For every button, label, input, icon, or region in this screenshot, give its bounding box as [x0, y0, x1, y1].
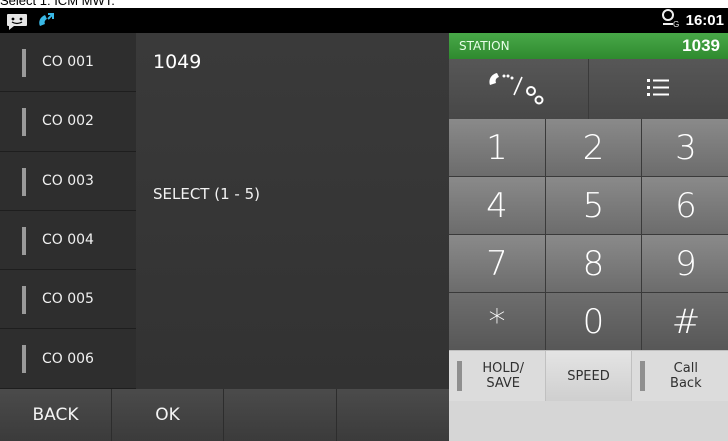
page-caption: Select 1: ICM MWT. [0, 0, 115, 8]
phone-call-icon [34, 11, 60, 31]
dialer-panel: STATION 1039 1 2 3 4 5 6 7 8 9 * 0 # HOL… [449, 33, 728, 441]
co-line-label: CO 006 [42, 350, 94, 367]
key-star[interactable]: * [449, 293, 545, 350]
co-line-item[interactable]: CO 005 [0, 270, 136, 330]
empty-softkey[interactable] [337, 389, 449, 441]
line-status-indicator [22, 286, 26, 315]
co-line-list: CO 001 CO 002 CO 003 CO 004 CO 005 CO 00… [0, 33, 136, 389]
call-back-lamp-indicator [639, 361, 645, 391]
key-0[interactable]: 0 [546, 293, 641, 350]
clock: 16:01 [685, 12, 724, 29]
ok-button[interactable]: OK [112, 389, 224, 441]
co-line-label: CO 002 [42, 113, 94, 130]
hold-lamp-indicator [457, 361, 462, 391]
message-notification-icon [4, 11, 30, 31]
display-area: 1049 SELECT (1 - 5) [136, 33, 449, 389]
key-6[interactable]: 6 [642, 177, 728, 234]
speed-button[interactable]: SPEED [545, 351, 632, 401]
key-1[interactable]: 1 [449, 119, 545, 176]
co-line-label: CO 004 [42, 232, 94, 249]
co-line-item[interactable]: CO 004 [0, 211, 136, 271]
call-back-button[interactable]: Call Back [632, 351, 728, 401]
menu-list-button[interactable] [589, 59, 728, 119]
station-header: STATION 1039 [449, 33, 728, 59]
handset-status-icon: G [660, 8, 680, 33]
co-line-item[interactable]: CO 002 [0, 92, 136, 152]
key-5[interactable]: 5 [546, 177, 641, 234]
co-line-item[interactable]: CO 003 [0, 152, 136, 211]
key-8[interactable]: 8 [546, 235, 641, 292]
key-hash[interactable]: # [642, 293, 728, 350]
co-line-item[interactable]: CO 006 [0, 329, 136, 389]
list-menu-icon [644, 75, 674, 104]
speed-label: SPEED [567, 368, 610, 384]
call-forward-settings-icon [484, 67, 554, 112]
line-status-indicator [22, 167, 26, 196]
station-number: 1039 [682, 36, 720, 55]
key-7[interactable]: 7 [449, 235, 545, 292]
status-bar: G 16:01 [0, 8, 728, 33]
call-back-label: Call Back [670, 361, 702, 391]
key-2[interactable]: 2 [546, 119, 641, 176]
line-status-indicator [22, 108, 26, 137]
co-line-label: CO 001 [42, 54, 94, 71]
key-9[interactable]: 9 [642, 235, 728, 292]
line-status-indicator [22, 49, 26, 77]
co-line-label: CO 005 [42, 291, 94, 308]
line-status-indicator [22, 345, 26, 374]
selection-prompt: SELECT (1 - 5) [153, 185, 260, 203]
key-3[interactable]: 3 [642, 119, 728, 176]
dialed-number: 1049 [153, 51, 202, 73]
back-button[interactable]: BACK [0, 389, 112, 441]
call-settings-button[interactable] [449, 59, 589, 119]
co-line-label: CO 003 [42, 172, 94, 189]
tool-row [449, 59, 728, 119]
co-line-item[interactable]: CO 001 [0, 33, 136, 93]
empty-softkey[interactable] [224, 389, 337, 441]
hold-save-button[interactable]: HOLD/ SAVE [449, 351, 545, 401]
station-label: STATION [459, 39, 510, 53]
key-4[interactable]: 4 [449, 177, 545, 234]
line-status-indicator [22, 226, 26, 255]
hold-save-label: HOLD/ SAVE [482, 361, 524, 391]
bottom-action-bar: BACK OK [0, 389, 449, 441]
dial-keypad: 1 2 3 4 5 6 7 8 9 * 0 # [449, 119, 728, 350]
svg-text:G: G [673, 20, 679, 28]
function-key-row: HOLD/ SAVE SPEED Call Back [449, 350, 728, 401]
